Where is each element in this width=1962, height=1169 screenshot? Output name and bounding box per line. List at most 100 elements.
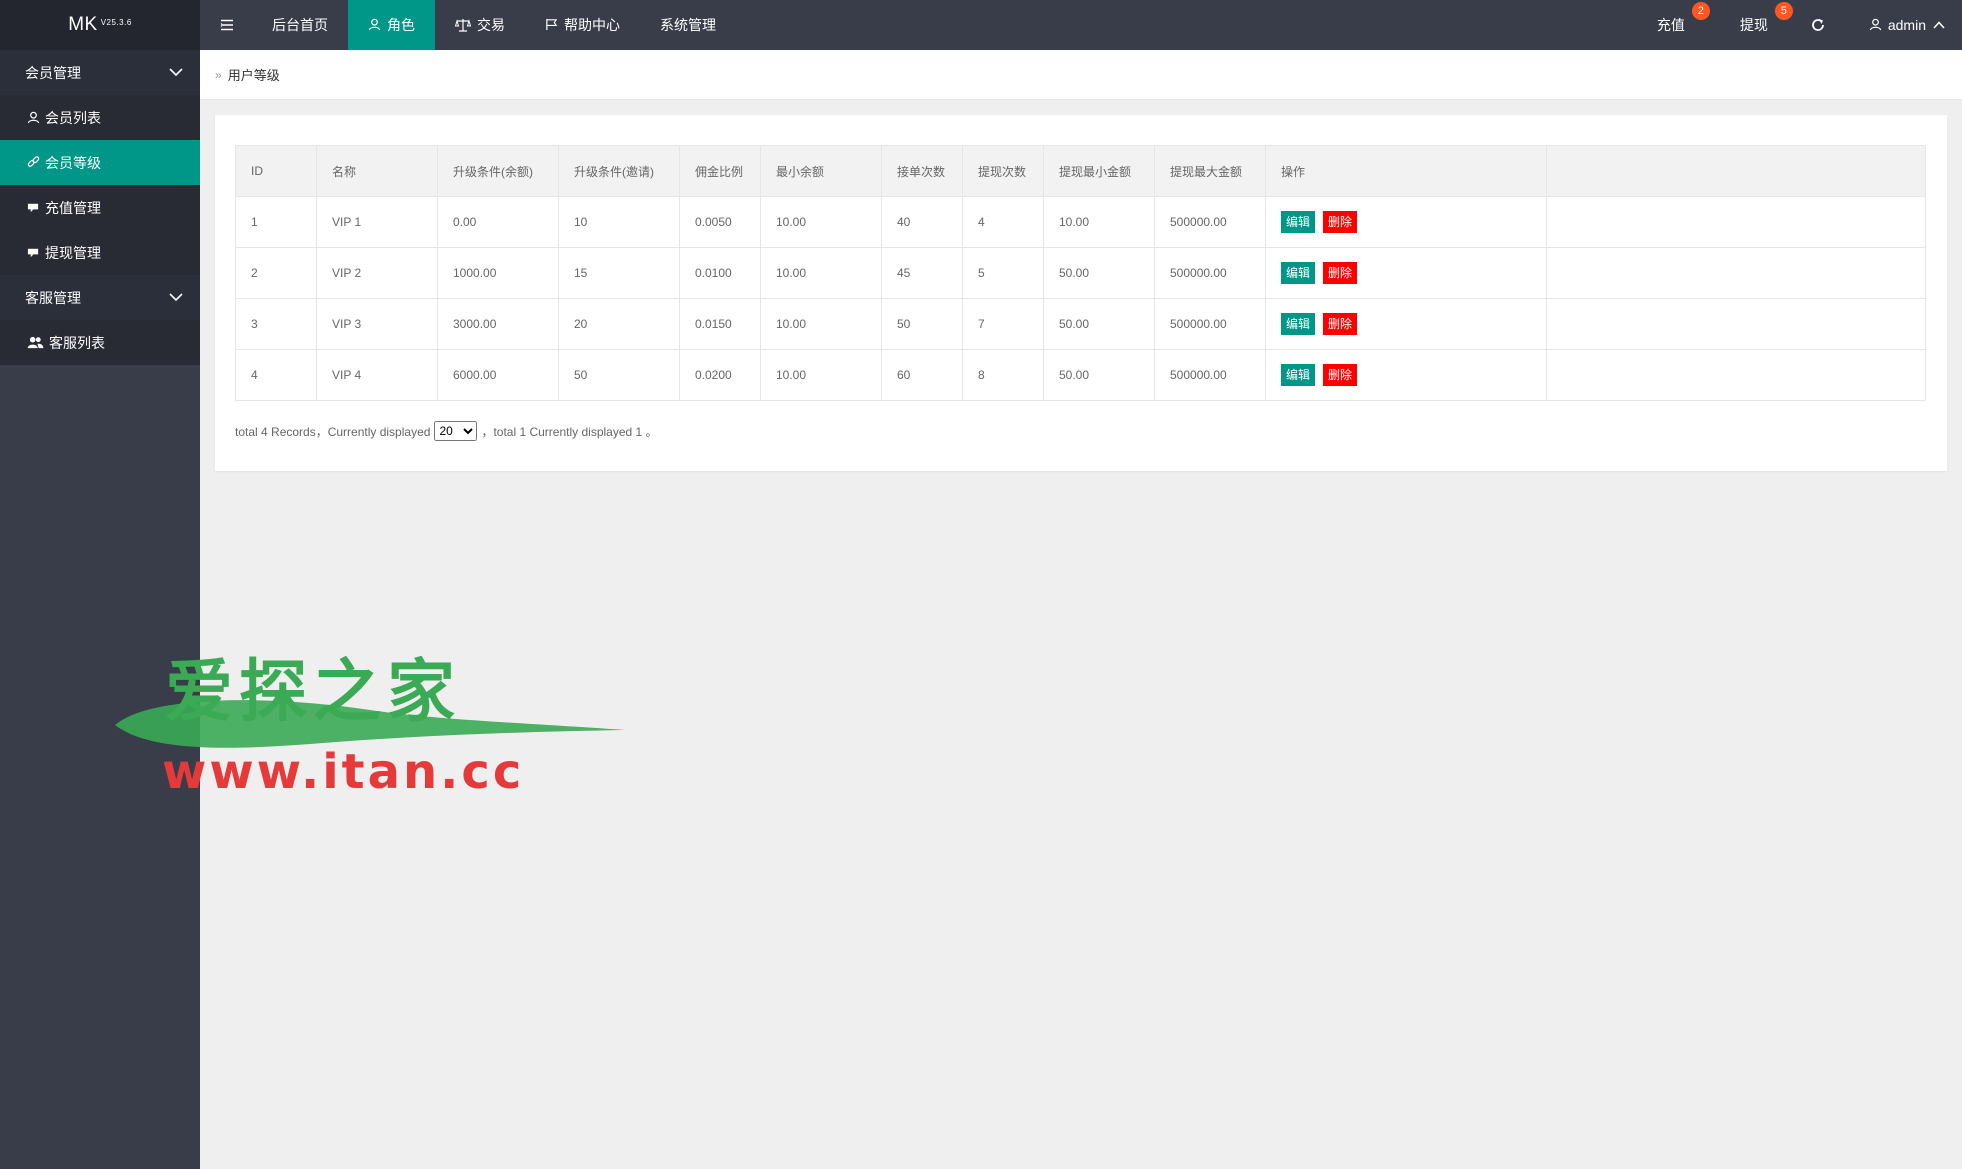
table-cell: 60 bbox=[881, 349, 963, 401]
level-table: ID 名称 升级条件(余额) 升级条件(邀请) 佣金比例 最小余额 接单次数 提… bbox=[235, 145, 1926, 401]
table-cell: VIP 2 bbox=[316, 247, 438, 299]
sidebar-item-withdraw[interactable]: 提现管理 bbox=[0, 230, 200, 275]
empty-cell bbox=[1546, 298, 1926, 350]
sidebar-group-label: 客服管理 bbox=[25, 289, 81, 306]
column-header: 操作 bbox=[1265, 145, 1547, 197]
column-header: 名称 bbox=[316, 145, 438, 197]
table-cell: 3000.00 bbox=[437, 298, 559, 350]
withdraw-link[interactable]: 提现 5 bbox=[1720, 0, 1803, 50]
sidebar-item-member-level[interactable]: 会员等级 bbox=[0, 140, 200, 185]
sidebar-item-member-list[interactable]: 会员列表 bbox=[0, 95, 200, 140]
nav-label: 后台首页 bbox=[272, 17, 328, 33]
delete-button[interactable]: 删除 bbox=[1323, 364, 1358, 386]
nav-label: 交易 bbox=[477, 17, 505, 33]
edit-button[interactable]: 编辑 bbox=[1281, 211, 1316, 233]
sidebar-group-member[interactable]: 会员管理 bbox=[0, 50, 200, 95]
nav-role[interactable]: 角色 bbox=[348, 0, 435, 50]
column-header: 最小余额 bbox=[760, 145, 882, 197]
sidebar-item-service-list[interactable]: 客服列表 bbox=[0, 320, 200, 365]
nav-system[interactable]: 系统管理 bbox=[640, 0, 736, 50]
chat-icon bbox=[26, 201, 40, 215]
withdraw-label: 提现 bbox=[1739, 17, 1768, 33]
table-cell: 20 bbox=[558, 298, 680, 350]
sidebar-item-label: 会员等级 bbox=[45, 154, 101, 171]
chevron-down-icon bbox=[169, 68, 183, 77]
sidebar: MK V25.3.6 会员管理 会员列表 会员等级 充值管理 提现管理 客服管理 … bbox=[0, 0, 200, 1169]
delete-button[interactable]: 删除 bbox=[1323, 313, 1358, 335]
table-cell: 40 bbox=[881, 196, 963, 248]
table-row: 3 VIP 3 3000.00 20 0.0150 10.00 50 7 50.… bbox=[235, 298, 1926, 350]
user-icon bbox=[1869, 18, 1883, 32]
breadcrumb-current: 用户等级 bbox=[227, 68, 280, 83]
page-size-select[interactable]: 102050100 bbox=[434, 421, 478, 441]
pager-prefix: total 4 Records，Currently displayed bbox=[235, 424, 431, 439]
table-cell: VIP 4 bbox=[316, 349, 438, 401]
sidebar-group-label: 会员管理 bbox=[25, 64, 81, 81]
table-cell: 10.00 bbox=[760, 247, 882, 299]
menu-icon bbox=[220, 19, 233, 31]
header-right: 充值 2 提现 5 admin bbox=[1637, 0, 1962, 50]
recharge-link[interactable]: 充值 2 bbox=[1637, 0, 1720, 50]
action-cell: 编辑 删除 bbox=[1265, 196, 1547, 248]
table-cell: 10.00 bbox=[760, 298, 882, 350]
link-icon bbox=[26, 156, 40, 170]
delete-button[interactable]: 删除 bbox=[1323, 211, 1358, 233]
username: admin bbox=[1887, 17, 1926, 33]
table-cell: VIP 3 bbox=[316, 298, 438, 350]
table-cell: 0.0050 bbox=[679, 196, 761, 248]
table-row: 2 VIP 2 1000.00 15 0.0100 10.00 45 5 50.… bbox=[235, 247, 1926, 299]
chevron-down-icon bbox=[169, 293, 183, 302]
table-cell: 4 bbox=[962, 196, 1044, 248]
sidebar-group-service[interactable]: 客服管理 bbox=[0, 275, 200, 320]
table-cell: 1000.00 bbox=[437, 247, 559, 299]
nav-trade[interactable]: 交易 bbox=[435, 0, 525, 50]
watermark-url-text: www.itan.cc bbox=[162, 744, 524, 800]
refresh-button[interactable] bbox=[1803, 0, 1847, 50]
pagination-info: total 4 Records，Currently displayed 1020… bbox=[235, 421, 1927, 441]
empty-cell bbox=[1546, 196, 1926, 248]
nav-help[interactable]: 帮助中心 bbox=[525, 0, 640, 50]
table-cell: 2 bbox=[235, 247, 317, 299]
column-header: 佣金比例 bbox=[679, 145, 761, 197]
table-cell: 4 bbox=[235, 349, 317, 401]
sidebar-item-recharge[interactable]: 充值管理 bbox=[0, 185, 200, 230]
content-card: ID 名称 升级条件(余额) 升级条件(邀请) 佣金比例 最小余额 接单次数 提… bbox=[215, 115, 1947, 471]
users-icon bbox=[26, 336, 44, 350]
column-header: ID bbox=[235, 145, 317, 197]
table-cell: 15 bbox=[558, 247, 680, 299]
logo-name: MK bbox=[68, 14, 98, 35]
table-cell: 10.00 bbox=[760, 196, 882, 248]
action-cell: 编辑 删除 bbox=[1265, 247, 1547, 299]
withdraw-badge: 5 bbox=[1774, 2, 1793, 20]
table-cell: 10.00 bbox=[1043, 196, 1155, 248]
logo[interactable]: MK V25.3.6 bbox=[0, 0, 200, 50]
chat-icon bbox=[26, 246, 40, 260]
table-cell: 8 bbox=[962, 349, 1044, 401]
action-cell: 编辑 删除 bbox=[1265, 349, 1547, 401]
sidebar-item-label: 会员列表 bbox=[45, 109, 101, 126]
table-cell: 0.0100 bbox=[679, 247, 761, 299]
table-header-row: ID 名称 升级条件(余额) 升级条件(邀请) 佣金比例 最小余额 接单次数 提… bbox=[235, 145, 1926, 197]
table-cell: 500000.00 bbox=[1154, 298, 1266, 350]
table-cell: 1 bbox=[235, 196, 317, 248]
table-cell: 10.00 bbox=[760, 349, 882, 401]
breadcrumb: » 用户等级 bbox=[200, 50, 1962, 100]
edit-button[interactable]: 编辑 bbox=[1281, 313, 1316, 335]
empty-cell bbox=[1546, 349, 1926, 401]
edit-button[interactable]: 编辑 bbox=[1281, 262, 1316, 284]
nav-home[interactable]: 后台首页 bbox=[252, 0, 348, 50]
column-header: 接单次数 bbox=[881, 145, 963, 197]
table-cell: 500000.00 bbox=[1154, 349, 1266, 401]
edit-button[interactable]: 编辑 bbox=[1281, 364, 1316, 386]
sidebar-item-label: 充值管理 bbox=[45, 199, 101, 216]
column-header: 提现次数 bbox=[962, 145, 1044, 197]
menu-toggle-button[interactable] bbox=[200, 0, 252, 50]
table-cell: 50.00 bbox=[1043, 247, 1155, 299]
top-header: 后台首页 角色 交易 帮助中心 系统管理 充值 2 提现 5 admin bbox=[200, 0, 1962, 50]
delete-button[interactable]: 删除 bbox=[1323, 262, 1358, 284]
table-cell: 0.0200 bbox=[679, 349, 761, 401]
table-cell: 45 bbox=[881, 247, 963, 299]
user-menu[interactable]: admin bbox=[1847, 0, 1962, 50]
sidebar-item-label: 客服列表 bbox=[49, 334, 105, 351]
pager-suffix: ，total 1 Currently displayed 1 。 bbox=[481, 424, 658, 439]
